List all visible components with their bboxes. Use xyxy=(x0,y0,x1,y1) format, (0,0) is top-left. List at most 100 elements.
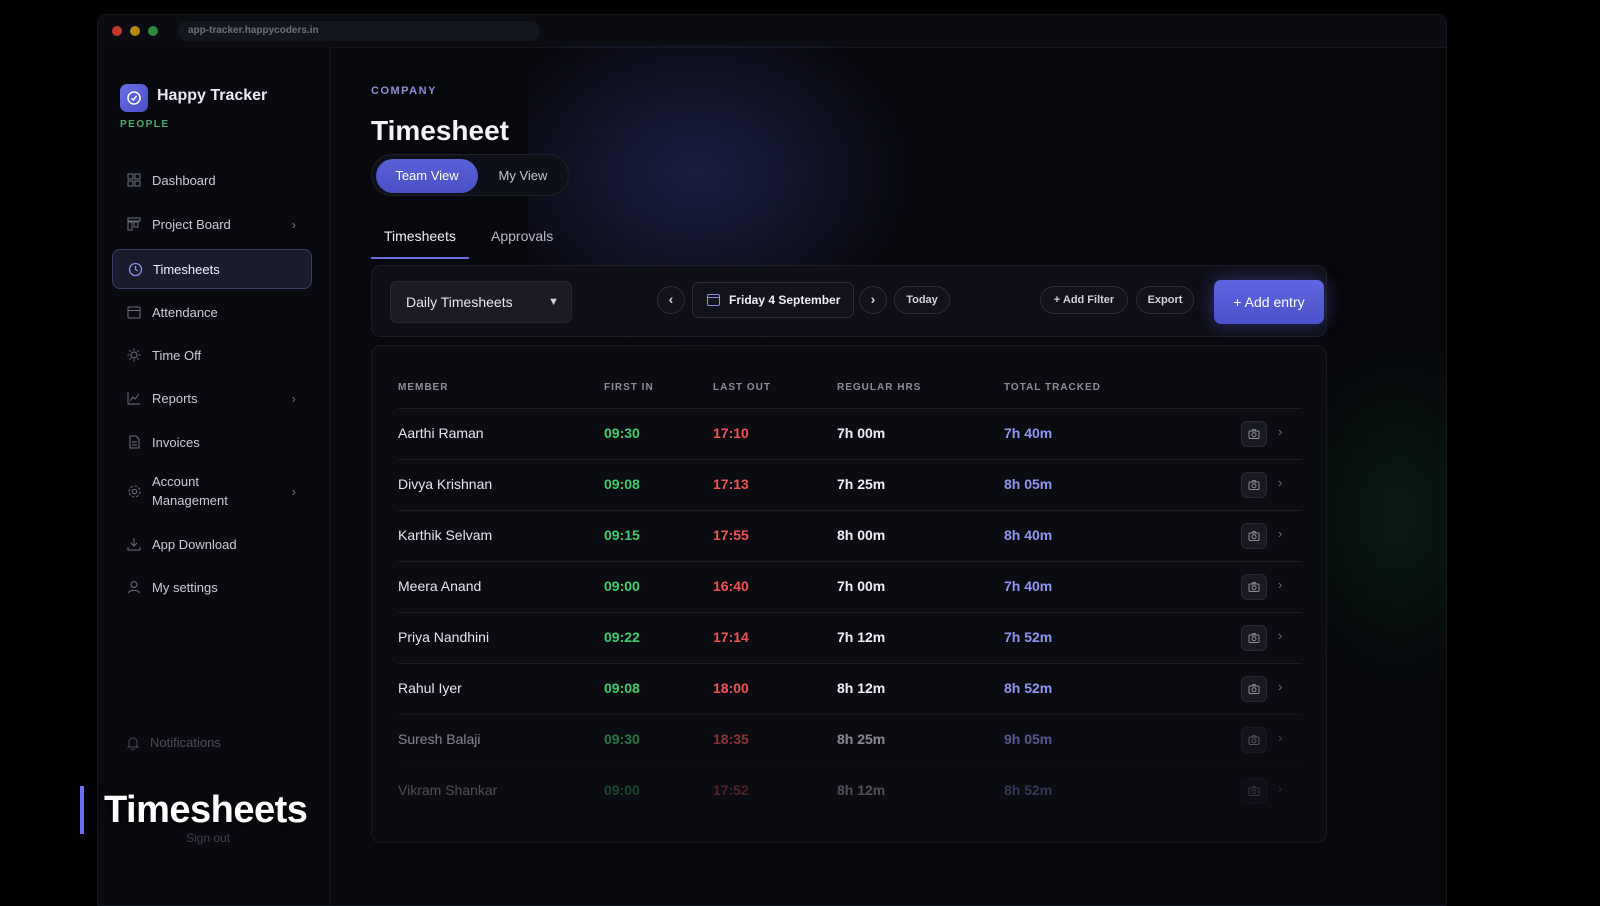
first-in-cell: 09:08 xyxy=(604,476,640,492)
table-row[interactable]: Divya Krishnan 09:08 17:13 7h 25m 8h 05m › xyxy=(398,459,1302,510)
sidebar-item-label: My settings xyxy=(152,579,218,595)
camera-icon[interactable] xyxy=(1241,472,1267,498)
chevron-right-icon[interactable]: › xyxy=(1278,781,1282,796)
table-row[interactable]: Meera Anand 09:00 16:40 7h 00m 7h 40m › xyxy=(398,561,1302,612)
last-out-cell: 17:14 xyxy=(713,629,749,645)
minimize-window-dot[interactable] xyxy=(130,26,140,36)
member-cell: Priya Nandhini xyxy=(398,629,490,645)
url-bar[interactable]: app-tracker.happycoders.in xyxy=(178,21,540,41)
table-row[interactable]: Vikram Shankar 09:00 17:52 8h 12m 8h 52m › xyxy=(398,765,1302,816)
camera-icon[interactable] xyxy=(1241,676,1267,702)
total-tracked-cell: 8h 05m xyxy=(1004,476,1053,492)
team-view-button[interactable]: Team View xyxy=(376,159,478,193)
sidebar-item-dashboard[interactable]: Dashboard xyxy=(112,161,312,199)
first-in-cell: 09:00 xyxy=(604,782,640,798)
brand-subtitle: PEOPLE xyxy=(120,119,170,130)
last-out-cell: 17:10 xyxy=(713,425,749,441)
sidebar-item-time-off[interactable]: Time Off xyxy=(112,336,312,374)
chevron-right-icon[interactable]: › xyxy=(1278,730,1282,745)
total-tracked-cell: 8h 52m xyxy=(1004,782,1053,798)
table-row[interactable]: Priya Nandhini 09:22 17:14 7h 12m 7h 52m › xyxy=(398,612,1302,663)
table-row[interactable]: Suresh Balaji 09:30 18:35 8h 25m 9h 05m › xyxy=(398,714,1302,765)
member-cell: Suresh Balaji xyxy=(398,731,481,747)
add-entry-button[interactable]: + Add entry xyxy=(1214,280,1324,324)
page-title: Timesheet xyxy=(371,115,509,146)
first-in-cell: 09:30 xyxy=(604,425,640,441)
sidebar-item-my-settings[interactable]: My settings xyxy=(112,568,312,606)
sidebar-item-app-download[interactable]: App Download xyxy=(112,525,312,563)
table-row[interactable]: Aarthi Raman 09:30 17:10 7h 00m 7h 40m › xyxy=(398,408,1302,459)
column-header-first-in: FIRST IN xyxy=(604,382,654,393)
chevron-right-icon[interactable]: › xyxy=(1278,526,1282,541)
regular-hrs-cell: 8h 00m xyxy=(837,527,886,543)
bell-icon xyxy=(126,737,140,750)
camera-icon[interactable] xyxy=(1241,523,1267,549)
last-out-cell: 17:55 xyxy=(713,527,749,543)
video-caption: Timesheets xyxy=(80,786,308,834)
notifications-link[interactable]: Notifications xyxy=(126,735,221,750)
sidebar-item-label: Attendance xyxy=(152,304,218,320)
chevron-right-icon[interactable]: › xyxy=(1278,679,1282,694)
add-filter-button[interactable]: + Add Filter xyxy=(1040,286,1128,314)
member-cell: Vikram Shankar xyxy=(398,782,498,798)
document-icon xyxy=(126,434,142,450)
regular-hrs-cell: 8h 25m xyxy=(837,731,886,747)
my-view-button[interactable]: My View xyxy=(482,159,564,193)
sidebar-item-reports[interactable]: Reports › xyxy=(112,379,312,417)
last-out-cell: 18:00 xyxy=(713,680,749,696)
last-out-cell: 16:40 xyxy=(713,578,749,594)
close-window-dot[interactable] xyxy=(112,26,122,36)
view-toggle: Team View My View xyxy=(371,154,569,196)
total-tracked-cell: 7h 40m xyxy=(1004,425,1053,441)
calendar-icon xyxy=(126,304,142,320)
chevron-right-icon[interactable]: › xyxy=(1278,628,1282,643)
sun-icon xyxy=(126,347,142,363)
maximize-window-dot[interactable] xyxy=(148,26,158,36)
chevron-right-icon: › xyxy=(291,216,296,232)
brand-name: Happy Tracker xyxy=(157,87,268,104)
column-header-regular-hrs: REGULAR HRS xyxy=(837,382,922,393)
chevron-right-icon[interactable]: › xyxy=(1278,475,1282,490)
sidebar-item-account-management[interactable]: Account Management › xyxy=(112,465,312,517)
today-button[interactable]: Today xyxy=(894,286,950,314)
first-in-cell: 09:00 xyxy=(604,578,640,594)
sidebar-item-label: Reports xyxy=(152,390,198,406)
sidebar-item-label: Timesheets xyxy=(153,261,220,277)
regular-hrs-cell: 7h 12m xyxy=(837,629,886,645)
total-tracked-cell: 9h 05m xyxy=(1004,731,1053,747)
clock-icon xyxy=(127,91,141,105)
tab-approvals[interactable]: Approvals xyxy=(491,225,553,257)
clock-icon xyxy=(127,261,143,277)
timesheet-type-select[interactable]: Daily Timesheets ▼ xyxy=(390,281,572,323)
total-tracked-cell: 7h 52m xyxy=(1004,629,1053,645)
table-row[interactable]: Karthik Selvam 09:15 17:55 8h 00m 8h 40m › xyxy=(398,510,1302,561)
regular-hrs-cell: 7h 00m xyxy=(837,578,886,594)
user-icon xyxy=(126,579,142,595)
camera-icon[interactable] xyxy=(1241,625,1267,651)
chevron-right-icon[interactable]: › xyxy=(1278,424,1282,439)
column-header-last-out: LAST OUT xyxy=(713,382,771,393)
member-cell: Meera Anand xyxy=(398,578,482,594)
camera-icon[interactable] xyxy=(1241,727,1267,753)
export-button[interactable]: Export xyxy=(1136,286,1194,314)
calendar-icon xyxy=(707,294,720,306)
gear-icon xyxy=(126,483,142,499)
previous-day-button[interactable]: ‹ xyxy=(657,286,685,314)
camera-icon[interactable] xyxy=(1241,778,1267,804)
camera-icon[interactable] xyxy=(1241,421,1267,447)
sidebar-item-timesheets[interactable]: Timesheets xyxy=(112,249,312,289)
browser-titlebar: app-tracker.happycoders.in xyxy=(98,15,1446,48)
camera-icon[interactable] xyxy=(1241,574,1267,600)
sidebar-item-attendance[interactable]: Attendance xyxy=(112,293,312,331)
first-in-cell: 09:30 xyxy=(604,731,640,747)
chevron-right-icon[interactable]: › xyxy=(1278,577,1282,592)
chevron-right-icon: › xyxy=(291,483,296,499)
sidebar-item-label: Invoices xyxy=(152,434,200,450)
tab-timesheets[interactable]: Timesheets xyxy=(371,225,469,259)
date-picker[interactable]: Friday 4 September xyxy=(692,282,854,318)
sidebar-item-label: Project Board xyxy=(152,216,231,232)
sidebar-item-project-board[interactable]: Project Board › xyxy=(112,205,312,243)
next-day-button[interactable]: › xyxy=(859,286,887,314)
table-row[interactable]: Rahul Iyer 09:08 18:00 8h 12m 8h 52m › xyxy=(398,663,1302,714)
sidebar-item-invoices[interactable]: Invoices xyxy=(112,423,312,461)
